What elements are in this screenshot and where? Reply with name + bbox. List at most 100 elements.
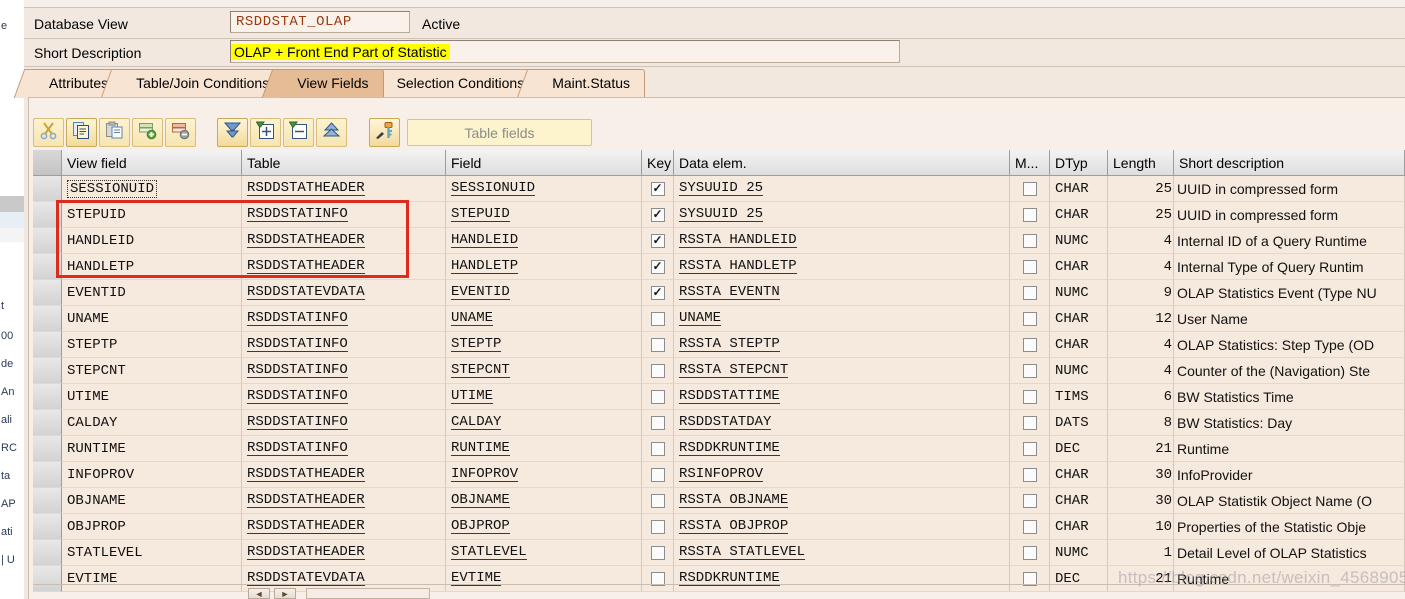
cell-key[interactable] <box>642 540 674 566</box>
cell-maintained[interactable] <box>1010 462 1050 488</box>
cell-data-elem[interactable]: UNAME <box>674 306 1010 332</box>
cell-data-elem[interactable]: RSDDKRUNTIME <box>674 566 1010 592</box>
cell-data-elem[interactable]: RSDDSTATTIME <box>674 384 1010 410</box>
row-selector[interactable] <box>33 306 62 332</box>
cell-dtyp[interactable]: CHAR <box>1050 176 1108 202</box>
table-fields-button[interactable]: Table fields <box>407 119 592 146</box>
cell-key[interactable] <box>642 176 674 202</box>
tab-maint-status[interactable]: Maint.Status <box>531 69 646 97</box>
tab-selection-conditions[interactable]: Selection Conditions <box>375 69 540 97</box>
short-description-field[interactable]: OLAP + Front End Part of Statistic <box>230 40 900 63</box>
key-checkbox-checked[interactable] <box>650 259 665 274</box>
cell-key[interactable] <box>642 514 674 540</box>
nav-next-button[interactable]: ► <box>274 588 296 599</box>
cell-view-field[interactable]: OBJPROP <box>62 514 242 540</box>
cell-dtyp[interactable]: NUMC <box>1050 280 1108 306</box>
cell-maintained[interactable] <box>1010 410 1050 436</box>
cell-view-field[interactable]: HANDLETP <box>62 254 242 280</box>
maintained-checkbox-unchecked[interactable] <box>1022 233 1037 248</box>
cell-view-field[interactable]: OBJNAME <box>62 488 242 514</box>
cell-field[interactable]: STEPUID <box>446 202 642 228</box>
key-checkbox-checked[interactable] <box>650 207 665 222</box>
cell-field[interactable]: UNAME <box>446 306 642 332</box>
paste-button[interactable] <box>99 118 130 147</box>
key-checkbox-unchecked[interactable] <box>650 389 665 404</box>
cell-view-field[interactable]: INFOPROV <box>62 462 242 488</box>
cell-field[interactable]: STEPTP <box>446 332 642 358</box>
table-row[interactable]: SESSIONUID RSDDSTATHEADER SESSIONUID SYSUUI… <box>33 176 1405 202</box>
maintained-checkbox-unchecked[interactable] <box>1022 467 1037 482</box>
cell-length[interactable]: 25 <box>1108 202 1174 228</box>
table-row[interactable]: STEPTP RSDDSTATINFO STEPTP RSSTA STEPTP CHAR… <box>33 332 1405 358</box>
cell-field[interactable]: STATLEVEL <box>446 540 642 566</box>
cell-short-description[interactable]: Detail Level of OLAP Statistics <box>1174 540 1405 566</box>
cell-table[interactable]: RSDDSTATHEADER <box>242 228 446 254</box>
maintained-checkbox-unchecked[interactable] <box>1022 493 1037 508</box>
cell-length[interactable]: 21 <box>1108 436 1174 462</box>
key-checkbox-checked[interactable] <box>650 181 665 196</box>
cell-view-field[interactable]: STEPUID <box>62 202 242 228</box>
cell-dtyp[interactable]: CHAR <box>1050 202 1108 228</box>
cell-length[interactable]: 4 <box>1108 358 1174 384</box>
key-checkbox-unchecked[interactable] <box>650 493 665 508</box>
row-selector[interactable] <box>33 332 62 358</box>
cell-data-elem[interactable]: SYSUUID 25 <box>674 202 1010 228</box>
cell-short-description[interactable]: Properties of the Statistic Obje <box>1174 514 1405 540</box>
cell-table[interactable]: RSDDSTATINFO <box>242 436 446 462</box>
row-selector[interactable] <box>33 254 62 280</box>
key-checkbox-unchecked[interactable] <box>650 545 665 560</box>
maintained-checkbox-unchecked[interactable] <box>1022 337 1037 352</box>
cell-field[interactable]: EVTIME <box>446 566 642 592</box>
cell-maintained[interactable] <box>1010 384 1050 410</box>
table-row[interactable]: HANDLEID RSDDSTATHEADER HANDLEID RSSTA HAND… <box>33 228 1405 254</box>
cell-table[interactable]: RSDDSTATEVDATA <box>242 280 446 306</box>
column-header-field[interactable]: Field <box>446 150 642 176</box>
cell-table[interactable]: RSDDSTATINFO <box>242 202 446 228</box>
sort-ascending-button[interactable] <box>316 118 347 147</box>
cell-data-elem[interactable]: RSINFOPROV <box>674 462 1010 488</box>
cell-short-description[interactable]: OLAP Statistik Object Name (O <box>1174 488 1405 514</box>
cell-field[interactable]: OBJNAME <box>446 488 642 514</box>
cell-dtyp[interactable]: TIMS <box>1050 384 1108 410</box>
maintained-checkbox-unchecked[interactable] <box>1022 545 1037 560</box>
row-selector[interactable] <box>33 540 62 566</box>
cell-key[interactable] <box>642 462 674 488</box>
key-checkbox-checked[interactable] <box>650 233 665 248</box>
column-header-maintained[interactable]: M... <box>1010 150 1050 176</box>
cell-short-description[interactable]: OLAP Statistics: Step Type (OD <box>1174 332 1405 358</box>
cell-length[interactable]: 6 <box>1108 384 1174 410</box>
filter-button[interactable] <box>217 118 248 147</box>
maintained-checkbox-unchecked[interactable] <box>1022 519 1037 534</box>
cell-view-field[interactable]: SESSIONUID <box>62 176 242 202</box>
cell-length[interactable]: 10 <box>1108 514 1174 540</box>
row-selector[interactable] <box>33 436 62 462</box>
cell-dtyp[interactable]: CHAR <box>1050 332 1108 358</box>
column-header-dtyp[interactable]: DTyp <box>1050 150 1108 176</box>
cell-field[interactable]: HANDLETP <box>446 254 642 280</box>
cell-short-description[interactable]: UUID in compressed form <box>1174 176 1405 202</box>
cell-short-description[interactable]: User Name <box>1174 306 1405 332</box>
key-checkbox-checked[interactable] <box>650 285 665 300</box>
table-row[interactable]: STEPCNT RSDDSTATINFO STEPCNT RSSTA STEPCNT N… <box>33 358 1405 384</box>
cell-short-description[interactable]: InfoProvider <box>1174 462 1405 488</box>
maintained-checkbox-unchecked[interactable] <box>1022 311 1037 326</box>
cell-view-field[interactable]: HANDLEID <box>62 228 242 254</box>
cell-length[interactable]: 30 <box>1108 462 1174 488</box>
cell-dtyp[interactable]: CHAR <box>1050 488 1108 514</box>
cell-dtyp[interactable]: NUMC <box>1050 540 1108 566</box>
row-selector[interactable] <box>33 566 62 592</box>
cell-view-field[interactable]: STEPTP <box>62 332 242 358</box>
table-row[interactable]: UNAME RSDDSTATINFO UNAME UNAME CHAR 12 User Na… <box>33 306 1405 332</box>
cell-maintained[interactable] <box>1010 202 1050 228</box>
cell-view-field[interactable]: UNAME <box>62 306 242 332</box>
cell-maintained[interactable] <box>1010 488 1050 514</box>
cell-short-description[interactable]: Internal ID of a Query Runtime <box>1174 228 1405 254</box>
cell-length[interactable]: 25 <box>1108 176 1174 202</box>
cell-dtyp[interactable]: DEC <box>1050 566 1108 592</box>
cell-field[interactable]: INFOPROV <box>446 462 642 488</box>
cell-field[interactable]: SESSIONUID <box>446 176 642 202</box>
cell-view-field[interactable]: UTIME <box>62 384 242 410</box>
key-checkbox-unchecked[interactable] <box>650 337 665 352</box>
maintained-checkbox-unchecked[interactable] <box>1022 285 1037 300</box>
column-header-length[interactable]: Length <box>1108 150 1174 176</box>
